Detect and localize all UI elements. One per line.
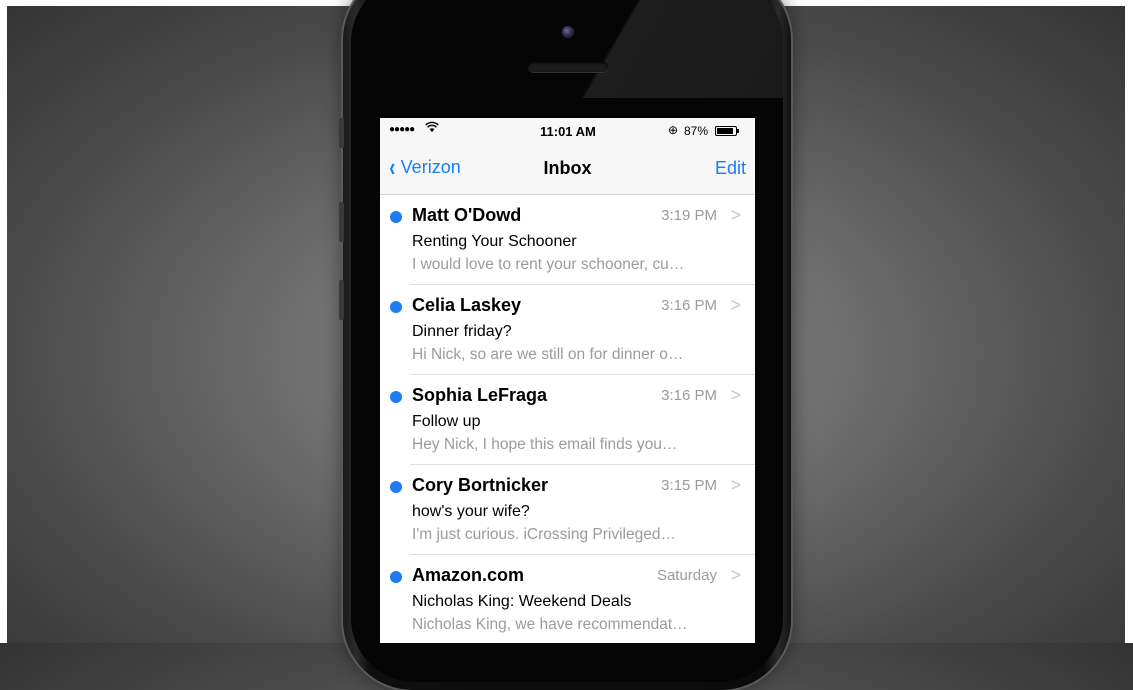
chevron-right-icon: > — [730, 475, 741, 495]
message-subject: Renting Your Schooner — [412, 233, 577, 250]
battery-icon — [715, 126, 737, 136]
chevron-right-icon: > — [730, 295, 741, 315]
message-list: Matt O'Dowd 3:19 PM > Renting Your Schoo… — [380, 195, 755, 643]
front-camera-icon — [562, 26, 574, 38]
navigation-bar: ‹ Verizon Inbox Edit — [380, 144, 755, 195]
battery-percent: 87% — [684, 124, 709, 138]
volume-down-button — [339, 280, 344, 320]
message-subject: Nicholas King: Weekend Deals — [412, 593, 632, 610]
message-preview: Hey Nick, I hope this email finds you… — [412, 436, 678, 453]
unread-dot-icon — [390, 481, 402, 493]
message-row[interactable]: Matt O'Dowd 3:19 PM > Renting Your Schoo… — [390, 195, 755, 285]
message-row[interactable]: Cory Bortnicker 3:15 PM > how's your wif… — [390, 465, 755, 555]
earpiece-speaker — [528, 62, 608, 72]
message-preview: I'm just curious. iCrossing Privileged… — [412, 526, 676, 543]
signal-strength-icon: ●●●●● — [389, 124, 415, 135]
status-bar: ●●●●● 11:01 AM ⊕ 87% — [380, 118, 755, 144]
wifi-icon — [425, 121, 439, 136]
message-subject: Dinner friday? — [412, 323, 512, 340]
message-row[interactable]: Sophia LeFraga 3:16 PM > Follow up Hey N… — [390, 375, 755, 465]
message-row[interactable]: Celia Laskey 3:16 PM > Dinner friday? Hi… — [390, 285, 755, 375]
message-subject: how's your wife? — [412, 503, 530, 520]
message-preview: Nicholas King, we have recommendat… — [412, 616, 688, 633]
message-sender: Celia Laskey — [412, 295, 522, 315]
message-preview: I would love to rent your schooner, cu… — [412, 256, 685, 273]
volume-up-button — [339, 202, 344, 242]
phone-screen: ●●●●● 11:01 AM ⊕ 87% ‹ Verizon Inbox Edi… — [380, 118, 755, 643]
page-title: Inbox — [543, 158, 592, 178]
message-subject: Follow up — [412, 413, 481, 430]
message-preview: Hi Nick, so are we still on for dinner o… — [412, 346, 684, 363]
chevron-right-icon: > — [730, 385, 741, 405]
chevron-right-icon: > — [730, 565, 741, 585]
mute-switch — [339, 118, 344, 148]
unread-dot-icon — [390, 571, 402, 583]
battery-level — [717, 128, 733, 134]
message-date: 3:16 PM — [661, 387, 717, 404]
message-date: 3:15 PM — [661, 477, 717, 494]
status-time: 11:01 AM — [540, 124, 596, 139]
message-sender: Matt O'Dowd — [412, 205, 522, 225]
image-border-right — [1125, 0, 1133, 643]
unread-dot-icon — [390, 391, 402, 403]
message-date: 3:16 PM — [661, 297, 717, 314]
message-sender: Cory Bortnicker — [412, 475, 549, 495]
chevron-right-icon: > — [730, 205, 741, 225]
message-row[interactable]: Amazon.com Saturday > Nicholas King: Wee… — [390, 555, 755, 643]
battery-tip — [737, 129, 739, 133]
message-sender: Amazon.com — [412, 565, 525, 585]
image-border-left — [0, 0, 7, 643]
message-sender: Sophia LeFraga — [412, 385, 548, 405]
message-date: Saturday — [656, 567, 717, 584]
orientation-lock-icon: ⊕ — [668, 123, 679, 137]
message-date: 3:19 PM — [661, 207, 717, 224]
phone-glare — [521, 0, 783, 98]
unread-dot-icon — [390, 301, 402, 313]
unread-dot-icon — [390, 211, 402, 223]
edit-button[interactable]: Edit — [715, 158, 746, 179]
